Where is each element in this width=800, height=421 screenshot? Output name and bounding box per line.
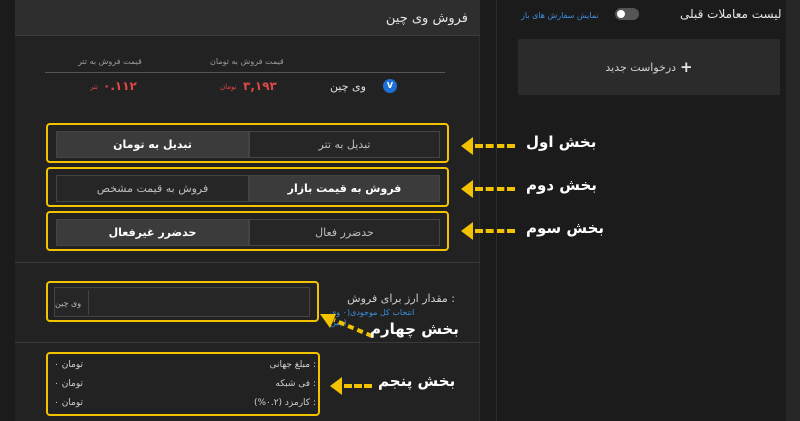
price-tether-value: ۰.۱۱۲ bbox=[103, 79, 137, 93]
plus-icon: + bbox=[680, 58, 693, 76]
section-divider bbox=[15, 342, 480, 343]
convert-to-tether-button[interactable]: تبدیل به تتر bbox=[249, 131, 440, 158]
new-request-label: درخواست جدید bbox=[605, 60, 677, 74]
amount-unit-separator bbox=[88, 290, 89, 315]
amount-unit-label: وی چین bbox=[55, 299, 82, 308]
limit-price-sell-button[interactable]: فروش به قیمت مشخص bbox=[56, 175, 249, 202]
open-orders-label: نمایش سفارش های باز bbox=[521, 11, 599, 20]
stop-loss-off-button[interactable]: حدضرر غیرفعال bbox=[56, 219, 249, 246]
amount-input[interactable]: وی چین bbox=[54, 287, 310, 317]
section-4-amount: وی چین bbox=[46, 281, 319, 322]
amount-label: مقدار ارز برای فروش : bbox=[347, 292, 455, 305]
previous-trades-title: لیست معاملات قبلی bbox=[680, 7, 782, 21]
summary-label: فی شبکه : bbox=[275, 379, 316, 389]
annotation-arrow-icon bbox=[320, 314, 373, 338]
column-header-toman-price: قیمت فروش به تومان bbox=[210, 57, 284, 66]
section-divider bbox=[15, 262, 480, 263]
column-header-tether-price: قیمت فروش به تتر bbox=[78, 57, 142, 66]
price-toman-value: ۳,۱۹۳ bbox=[243, 79, 277, 93]
summary-value: ۰ تومان bbox=[54, 398, 84, 408]
summary-label: مبلغ جهانی : bbox=[269, 360, 316, 370]
summary-value: ۰ تومان bbox=[54, 379, 84, 389]
sell-title: فروش وی چین bbox=[385, 11, 468, 26]
vechain-coin-icon: V bbox=[383, 79, 397, 93]
annotation-label: بخش پنجم bbox=[378, 372, 456, 390]
header-divider bbox=[45, 72, 445, 73]
new-request-button[interactable]: درخواست جدید + bbox=[518, 39, 780, 95]
section-2-order-type-toggle: فروش به قیمت مشخص فروش به قیمت بازار bbox=[46, 167, 449, 207]
section-5-summary: مبلغ جهانی : ۰ تومان فی شبکه : ۰ تومان ک… bbox=[46, 352, 320, 416]
scrollbar[interactable] bbox=[786, 0, 800, 421]
section-3-stop-loss-toggle: حدضرر غیرفعال حدضرر فعال bbox=[46, 211, 449, 251]
convert-to-toman-button[interactable]: تبدیل به تومان bbox=[56, 131, 249, 158]
annotation-label: بخش چهارم bbox=[370, 320, 459, 338]
section-1-convert-toggle: تبدیل به تومان تبدیل به تتر bbox=[46, 123, 449, 163]
price-toman-unit: تومان bbox=[220, 83, 237, 91]
market-price-sell-button[interactable]: فروش به قیمت بازار bbox=[249, 175, 440, 202]
toggle-knob bbox=[617, 10, 625, 18]
stop-loss-on-button[interactable]: حدضرر فعال bbox=[249, 219, 440, 246]
summary-value: ۰ تومان bbox=[54, 360, 84, 370]
summary-label: کارمزد (۰.۲%) : bbox=[253, 398, 316, 408]
price-tether-unit: تتر bbox=[90, 83, 98, 91]
coin-name: وی چین bbox=[330, 80, 366, 93]
